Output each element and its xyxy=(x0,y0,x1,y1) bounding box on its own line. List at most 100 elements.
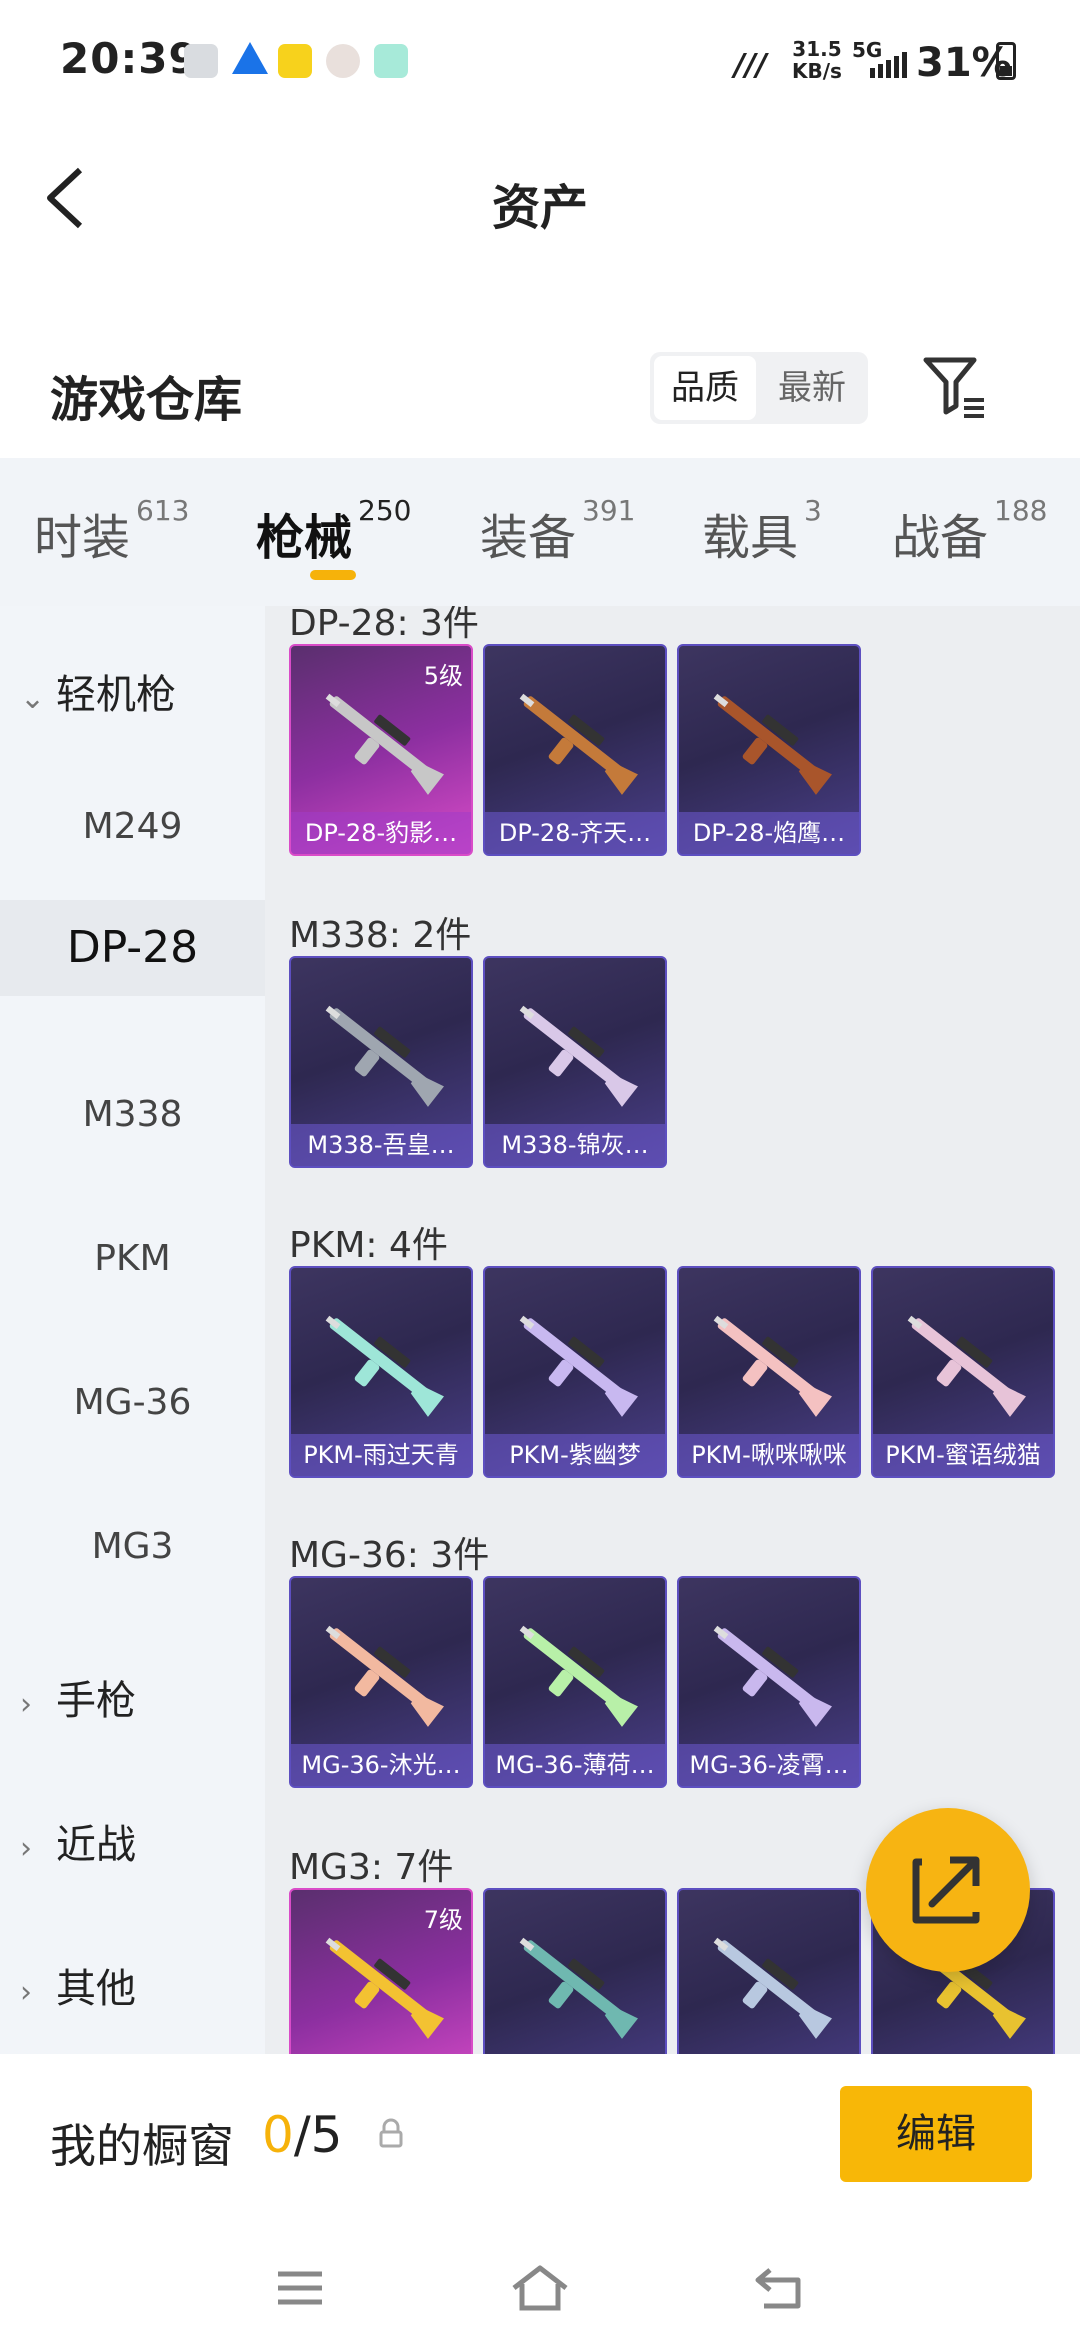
weapon-card[interactable]: DP-28-齐天… xyxy=(483,644,667,856)
sidebar-item-mg3[interactable]: MG3 xyxy=(0,1526,265,1567)
showcase-current: 0 xyxy=(262,2106,294,2164)
tab-label: 装备 xyxy=(480,510,577,566)
showcase-count: 0/5 xyxy=(262,2106,342,2164)
weapon-image-icon xyxy=(325,1625,444,1727)
tab-count: 250 xyxy=(358,494,412,527)
group-title: MG-36: 3件 xyxy=(289,1535,490,1576)
group-title: M338: 2件 xyxy=(289,915,472,956)
weapon-card[interactable]: MG-36-凌霄… xyxy=(677,1576,861,1788)
sidebar-category-label: 轻机枪 xyxy=(56,672,176,718)
weapon-card[interactable] xyxy=(483,1888,667,2054)
lock-icon xyxy=(378,2118,404,2148)
weapon-card[interactable]: PKM-啾咪啾咪 xyxy=(677,1266,861,1478)
weapon-card[interactable]: PKM-紫幽梦 xyxy=(483,1266,667,1478)
warehouse-title: 游戏仓库 xyxy=(50,372,243,428)
weapon-image-icon xyxy=(519,1625,638,1727)
weapon-name: M338-吾皇… xyxy=(291,1124,471,1166)
weapon-card[interactable]: PKM-雨过天青 xyxy=(289,1266,473,1478)
category-tabs: 时装 613 枪械 250 装备 391 载具 3 战备 188 xyxy=(0,458,1080,606)
weapon-card[interactable]: MG-36-薄荷… xyxy=(483,1576,667,1788)
weapon-name: MG-36-薄荷… xyxy=(485,1744,665,1786)
chevron-right-icon: › xyxy=(20,1687,32,1722)
sidebar-category-lmg[interactable]: ⌄ 轻机枪 xyxy=(20,662,176,720)
sidebar-item-dp28[interactable]: DP-28 xyxy=(0,900,265,996)
weapon-image-icon xyxy=(713,693,832,795)
sidebar-category-label: 近战 xyxy=(56,1822,136,1868)
weapon-name: DP-28-焰鹰… xyxy=(679,812,859,854)
battery-icon xyxy=(996,42,1016,80)
weapon-name: PKM-蜜语绒猫 xyxy=(873,1434,1053,1476)
weapon-card[interactable]: 5级 DP-28-豹影… xyxy=(289,644,473,856)
warning-notification-icon xyxy=(232,42,268,74)
avatar-notification-icon xyxy=(326,44,360,78)
tab-label: 时装 xyxy=(34,510,131,566)
weapon-image-icon xyxy=(325,693,444,795)
sort-quality-button[interactable]: 品质 xyxy=(654,356,756,420)
weapon-name: M338-锦灰… xyxy=(485,1124,665,1166)
weapon-image-icon xyxy=(519,1937,638,2039)
showcase-total: /5 xyxy=(293,2106,343,2164)
tab-active-indicator xyxy=(310,570,356,580)
weapon-card[interactable]: MG-36-沐光… xyxy=(289,1576,473,1788)
tab-count: 3 xyxy=(804,494,822,527)
weapon-card[interactable]: PKM-蜜语绒猫 xyxy=(871,1266,1055,1478)
sidebar-item-m249[interactable]: M249 xyxy=(0,806,265,847)
chevron-right-icon: › xyxy=(20,1831,32,1866)
weapon-image-icon xyxy=(519,1315,638,1417)
sidebar-item-m338[interactable]: M338 xyxy=(0,1094,265,1135)
sidebar-category-other[interactable]: › 其他 xyxy=(20,1956,136,2014)
chevron-right-icon: › xyxy=(20,1975,32,2010)
weapon-name: DP-28-豹影… xyxy=(291,812,471,854)
tab-label: 枪械 xyxy=(256,510,353,566)
tab-count: 188 xyxy=(994,494,1048,527)
weapon-image-icon xyxy=(325,1005,444,1107)
weapon-card[interactable]: DP-28-焰鹰… xyxy=(677,644,861,856)
tab-vehicles[interactable]: 载具 3 xyxy=(702,494,822,568)
weapon-image-icon xyxy=(713,1315,832,1417)
settings-notification-icon xyxy=(184,44,218,78)
sidebar-item-mg36[interactable]: MG-36 xyxy=(0,1382,265,1423)
weapon-image-icon xyxy=(519,1005,638,1107)
return-icon[interactable] xyxy=(750,2262,810,2314)
filter-icon xyxy=(923,357,984,418)
weapon-card[interactable]: M338-锦灰… xyxy=(483,956,667,1168)
group-title: PKM: 4件 xyxy=(289,1225,448,1266)
network-speed: 31.5 KB/s xyxy=(792,38,842,82)
share-export-icon xyxy=(912,1856,980,1924)
signal-bars-icon xyxy=(868,52,908,78)
sidebar-category-label: 手枪 xyxy=(56,1678,136,1724)
app-notification-icon xyxy=(278,44,312,78)
sidebar-category-label: 其他 xyxy=(56,1966,136,2012)
tab-fashion[interactable]: 时装 613 xyxy=(34,494,189,568)
weapon-name: PKM-啾咪啾咪 xyxy=(679,1434,859,1476)
weapon-name: PKM-雨过天青 xyxy=(291,1434,471,1476)
weapon-card[interactable]: 7级 xyxy=(289,1888,473,2054)
weapon-image-icon xyxy=(519,693,638,795)
status-time: 20:39 xyxy=(60,34,199,83)
filter-button[interactable] xyxy=(920,352,990,422)
share-fab-button[interactable] xyxy=(866,1808,1030,1972)
tab-count: 391 xyxy=(582,494,636,527)
app2-notification-icon xyxy=(374,44,408,78)
group-title: MG3: 7件 xyxy=(289,1847,454,1888)
tab-weapons[interactable]: 枪械 250 xyxy=(256,494,411,568)
weapon-card[interactable]: M338-吾皇… xyxy=(289,956,473,1168)
sort-toggle: 品质 最新 xyxy=(650,352,868,424)
weapon-name: DP-28-齐天… xyxy=(485,812,665,854)
tab-equipment[interactable]: 装备 391 xyxy=(480,494,635,568)
sidebar-category-melee[interactable]: › 近战 xyxy=(20,1812,136,1870)
sidebar-category-pistol[interactable]: › 手枪 xyxy=(20,1668,136,1726)
edit-button[interactable]: 编辑 xyxy=(840,2086,1032,2182)
weapon-name: PKM-紫幽梦 xyxy=(485,1434,665,1476)
sidebar: ⌄ 轻机枪 M249 DP-28 M338 PKM MG-36 MG3 › 手枪 ›… xyxy=(0,606,265,2054)
menu-icon[interactable] xyxy=(270,2262,330,2314)
sort-newest-button[interactable]: 最新 xyxy=(760,356,864,420)
chevron-down-icon: ⌄ xyxy=(20,681,46,716)
sidebar-item-pkm[interactable]: PKM xyxy=(0,1238,265,1279)
weapon-name: MG-36-沐光… xyxy=(291,1744,471,1786)
weapon-card[interactable] xyxy=(677,1888,861,2054)
weapon-image-icon xyxy=(907,1315,1026,1417)
tab-label: 战备 xyxy=(892,510,989,566)
tab-combat-gear[interactable]: 战备 188 xyxy=(892,494,1047,568)
home-icon[interactable] xyxy=(510,2262,570,2314)
